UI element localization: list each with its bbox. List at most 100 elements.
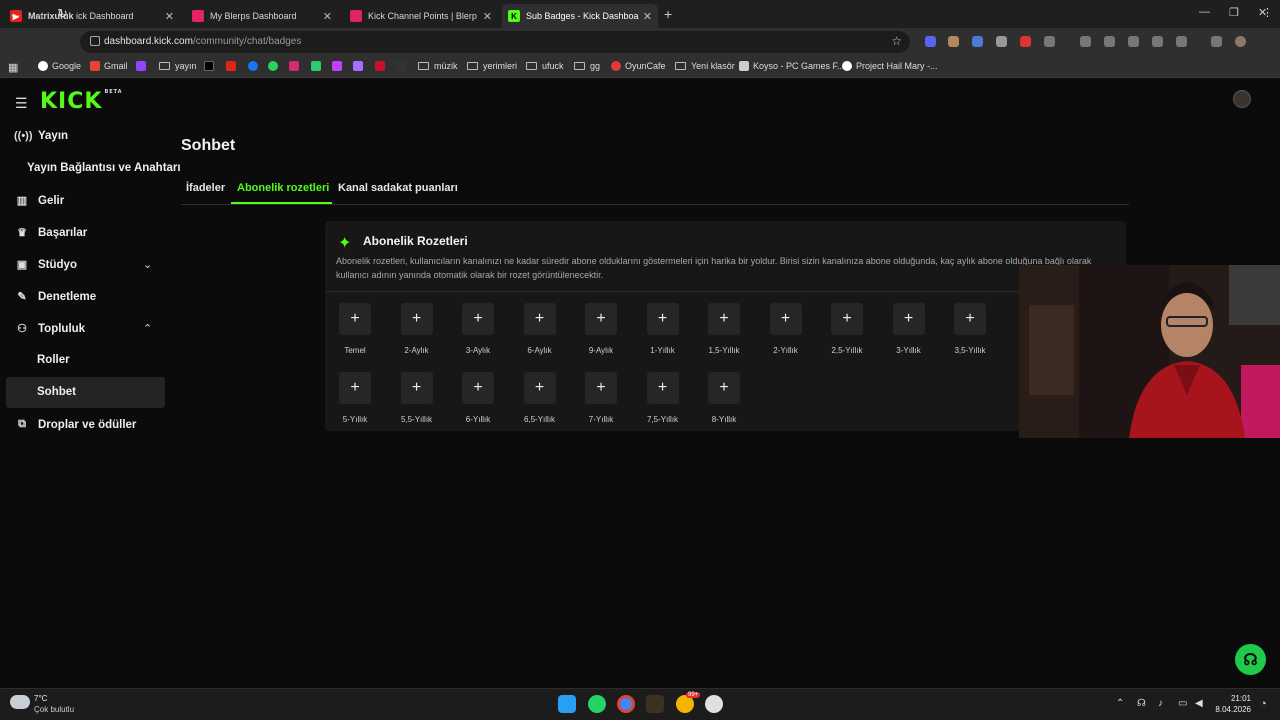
close-tab-icon[interactable]: ✕ — [323, 10, 332, 23]
volume-icon[interactable]: ◀ — [1195, 698, 1203, 709]
badge-slot[interactable]: +3,5-Yıllık — [945, 303, 995, 355]
support-chat-button[interactable]: ☊ — [1235, 644, 1266, 675]
badge-slot[interactable]: +8-Yıllık — [699, 372, 749, 424]
shield-extension-icon[interactable] — [996, 36, 1007, 47]
chevron-up-icon[interactable]: ⌃ — [143, 322, 152, 335]
sidebar-item-denetleme[interactable]: ✎ Denetleme — [14, 290, 96, 304]
bookmark-folder-muzik[interactable]: müzik — [418, 61, 458, 71]
bookmark-x[interactable] — [204, 61, 218, 71]
bookmark-dots-site[interactable] — [396, 61, 410, 71]
close-tab-icon[interactable]: ✕ — [483, 10, 492, 23]
browser-tab-blerps-dashboard[interactable]: My Blerps Dashboard ✕ — [186, 4, 338, 28]
add-badge-button[interactable]: + — [892, 303, 925, 335]
tab-abonelik-rozetleri[interactable]: Abonelik rozetleri — [237, 182, 329, 194]
microphone-icon[interactable]: ♪ — [1158, 698, 1163, 709]
add-badge-button[interactable]: + — [646, 372, 679, 404]
add-badge-button[interactable]: + — [646, 303, 679, 335]
add-badge-button[interactable]: + — [523, 372, 556, 404]
add-badge-button[interactable]: + — [339, 303, 371, 335]
favorites-icon[interactable] — [1104, 36, 1115, 47]
bookmark-folder-yayin[interactable]: yayın — [159, 61, 197, 71]
badge-slot[interactable]: +2-Aylık — [392, 303, 442, 355]
bookmark-folder-yerimleri[interactable]: yerimleri — [467, 61, 517, 71]
taskbar-date[interactable]: 8.04.2026 — [1210, 705, 1251, 714]
forward-icon[interactable]: → — [33, 6, 46, 21]
sidebar-item-roller[interactable]: Roller — [37, 354, 70, 366]
add-badge-button[interactable]: + — [708, 303, 740, 335]
hamburger-menu-icon[interactable]: ☰ — [15, 95, 28, 112]
add-badge-button[interactable]: + — [523, 303, 556, 335]
badge-slot[interactable]: +3-Yıllık — [884, 303, 934, 355]
extension-icon[interactable] — [1020, 36, 1031, 47]
bookmark-instagram[interactable] — [289, 61, 303, 71]
add-badge-button[interactable]: + — [769, 303, 802, 335]
sidebar-item-yayin-baglantisi[interactable]: Yayın Bağlantısı ve Anahtarı — [27, 162, 181, 174]
add-badge-button[interactable]: + — [585, 303, 617, 335]
browser-menu-icon[interactable]: ⋮ — [1262, 6, 1273, 19]
bookmark-twitch[interactable] — [136, 61, 150, 71]
reading-list-icon[interactable] — [1128, 36, 1139, 47]
bookmark-stack-site[interactable] — [353, 61, 367, 71]
bookmark-folder-ufuck[interactable]: ufuck — [526, 61, 564, 71]
add-badge-button[interactable]: + — [400, 372, 433, 404]
bookmark-folder-gg[interactable]: gg — [574, 61, 600, 71]
sidebar-item-gelir[interactable]: ▥ Gelir — [14, 194, 64, 208]
bookmark-green-site[interactable] — [311, 61, 325, 71]
add-badge-button[interactable]: + — [831, 303, 863, 335]
minimize-button[interactable]: — — [1199, 6, 1210, 18]
tab-groups-icon[interactable] — [1152, 36, 1163, 47]
badge-slot[interactable]: +7-Yıllık — [576, 372, 626, 424]
badge-slot[interactable]: +2-Yıllık — [761, 303, 811, 355]
new-tab-button[interactable]: + — [664, 6, 672, 22]
add-badge-button[interactable]: + — [585, 372, 617, 404]
sidebar-item-yayin[interactable]: ((•)) Yayın — [14, 130, 68, 142]
bookmark-project-hail-mary[interactable]: Project Hail Mary -... — [842, 61, 938, 71]
weather-condition[interactable]: Çok bulutlu — [34, 705, 74, 714]
sidebar-item-droplar[interactable]: ⧉ Droplar ve ödüller — [14, 418, 136, 431]
headphones-icon[interactable]: ☊ — [1137, 698, 1146, 709]
windows-start-icon[interactable] — [558, 695, 576, 713]
bookmark-oyuncafe[interactable]: OyunCafe — [611, 61, 666, 71]
bookmark-star-icon[interactable]: ☆ — [891, 34, 902, 48]
chrome-icon[interactable] — [617, 695, 635, 713]
bookmark-purple-site[interactable] — [332, 61, 346, 71]
bookmark-red-site[interactable] — [375, 61, 389, 71]
badge-slot[interactable]: +9-Aylık — [576, 303, 626, 355]
screenshot-icon[interactable] — [1080, 36, 1091, 47]
media-controls-icon[interactable] — [1211, 36, 1222, 47]
maximize-button[interactable]: ❐ — [1229, 6, 1239, 19]
browser-tab-sub-badges[interactable]: K Sub Badges - Kick Dashboard ✕ — [502, 4, 658, 28]
close-tab-icon[interactable]: ✕ — [643, 10, 652, 23]
apps-grid-icon[interactable]: ▦ — [8, 61, 18, 74]
cloud-icon[interactable] — [10, 695, 30, 709]
bookmark-facebook[interactable] — [248, 61, 262, 71]
sidebar-item-studyo[interactable]: ▣ Stüdyo — [14, 258, 77, 272]
profile-avatar-icon[interactable] — [1235, 36, 1246, 47]
weather-temperature[interactable]: 7°C — [34, 694, 47, 703]
bookmark-gmail[interactable]: Gmail — [90, 61, 128, 71]
badge-slot[interactable]: +7,5-Yıllık — [638, 372, 688, 424]
notifications-bell-icon[interactable]: ◔ — [1260, 698, 1267, 710]
badge-slot[interactable]: +6-Aylık — [515, 303, 565, 355]
extension-icon[interactable] — [948, 36, 959, 47]
browser-tab-matrixufuk[interactable]: ▶ Matrixufuk ick Dashboard ✕ — [4, 4, 180, 28]
badge-slot[interactable]: +2,5-Yıllık — [822, 303, 872, 355]
back-icon[interactable]: ← — [9, 6, 22, 21]
kick-logo[interactable]: KICK BETA — [40, 89, 123, 114]
sidebar-item-topluluk[interactable]: ⚇ Topluluk — [14, 322, 85, 336]
add-badge-button[interactable]: + — [339, 372, 371, 404]
bookmark-youtube[interactable] — [226, 61, 240, 71]
badge-slot[interactable]: +1,5-Yıllık — [699, 303, 749, 355]
add-badge-button[interactable]: + — [954, 303, 986, 335]
download-icon[interactable] — [1176, 36, 1187, 47]
bookmark-folder-yeni-klasor[interactable]: Yeni klasör — [675, 61, 735, 71]
site-info-icon[interactable] — [90, 36, 100, 46]
chevron-down-icon[interactable]: ⌄ — [143, 258, 152, 271]
add-badge-button[interactable]: + — [462, 303, 494, 335]
extension-icon[interactable] — [925, 36, 936, 47]
bookmark-whatsapp[interactable] — [268, 61, 282, 71]
extension-icon[interactable] — [972, 36, 983, 47]
badge-slot[interactable]: +6-Yıllık — [453, 372, 503, 424]
network-icon[interactable]: ▭ — [1178, 698, 1187, 709]
add-badge-button[interactable]: + — [708, 372, 740, 404]
